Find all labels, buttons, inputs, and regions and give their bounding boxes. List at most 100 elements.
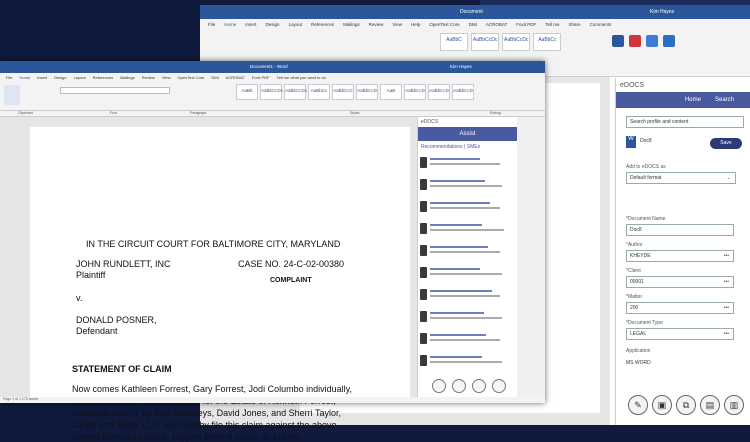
recommendation-item[interactable] [420, 155, 514, 171]
edocs-icon[interactable] [663, 35, 676, 47]
tab-design[interactable]: Design [54, 75, 66, 80]
tab-insert[interactable]: Insert [37, 75, 47, 80]
plaintiff-name: JOHN RUNDLETT, INC [76, 259, 171, 269]
document-name-field[interactable]: Doc8 [626, 224, 734, 236]
style-swatch[interactable]: AaBbCc [308, 84, 330, 100]
tab-design[interactable]: Design [266, 22, 280, 27]
recommendation-item[interactable] [420, 287, 514, 303]
tab-references[interactable]: References [311, 22, 334, 27]
share-button[interactable]: Share [569, 22, 581, 27]
recommendation-item[interactable] [420, 177, 514, 193]
tab-opentext[interactable]: OpenText Core [429, 22, 459, 27]
tab-help[interactable]: Help [411, 22, 420, 27]
court-heading: IN THE CIRCUIT COURT FOR BALTIMORE CITY,… [86, 239, 341, 249]
nav-search[interactable]: Search [715, 97, 734, 103]
font-select[interactable] [60, 87, 170, 94]
style-swatch[interactable]: AaBbCcDc [284, 84, 307, 100]
group-label: Clipboard [18, 111, 33, 115]
recommendation-item[interactable] [420, 309, 514, 325]
more-icon[interactable]: ••• [724, 279, 729, 285]
tab-file[interactable]: File [208, 22, 215, 27]
recommendation-item[interactable] [420, 331, 514, 347]
more-icon[interactable]: ••• [724, 305, 729, 311]
more-icon[interactable]: ••• [724, 331, 729, 337]
style-swatch[interactable]: AaBbCcC [332, 84, 354, 100]
style-swatch[interactable]: AaBbC [440, 33, 468, 51]
style-swatch[interactable]: AaB [380, 84, 402, 100]
matter-field[interactable]: 200 ••• [626, 302, 734, 314]
document-page[interactable]: IN THE CIRCUIT COURT FOR BALTIMORE CITY,… [30, 127, 410, 442]
style-swatch[interactable]: AaBbCcDc [260, 84, 283, 100]
tab-foxit[interactable]: Foxit PDF [252, 75, 270, 80]
style-swatch[interactable]: AaBbCcD [428, 84, 450, 100]
back-addin-icons [610, 33, 677, 50]
nav-home[interactable]: Home [685, 97, 701, 103]
recommendation-item[interactable] [420, 265, 514, 281]
save-button[interactable]: Save [710, 138, 742, 149]
recommendation-item[interactable] [420, 353, 514, 369]
folder-icon[interactable] [452, 379, 466, 393]
format-select[interactable]: Default format ⌄ [626, 172, 736, 184]
avatar [420, 179, 427, 190]
folder-icon[interactable]: ▣ [652, 395, 672, 415]
tab-mailings[interactable]: Mailings [120, 75, 135, 80]
avatar [420, 355, 427, 366]
tab-view[interactable]: View [162, 75, 171, 80]
tab-review[interactable]: Review [142, 75, 155, 80]
open-icon[interactable] [646, 35, 659, 47]
copy-icon[interactable]: ⧉ [676, 395, 696, 415]
comments-button[interactable]: Comments [590, 22, 612, 27]
style-swatch[interactable]: AaBbCcDc [502, 33, 531, 51]
tab-references[interactable]: References [93, 75, 113, 80]
lexis-icon[interactable] [629, 35, 642, 47]
tab-opentext[interactable]: OpenText Core [177, 75, 204, 80]
tab-dmi[interactable]: DMI [211, 75, 218, 80]
edit-icon[interactable] [432, 379, 446, 393]
edit-icon[interactable]: ✎ [628, 395, 648, 415]
search-input[interactable]: Search profile and content [626, 116, 744, 128]
style-swatch[interactable]: AaBbCcD [452, 84, 474, 100]
save-icon[interactable]: ▤ [700, 395, 720, 415]
style-swatch[interactable]: AaBbCc [533, 33, 562, 51]
copy-icon[interactable] [472, 379, 486, 393]
tab-layout[interactable]: Layout [289, 22, 303, 27]
tab-home[interactable]: Home [224, 22, 236, 27]
recommendation-item[interactable] [420, 221, 514, 237]
style-swatch[interactable]: AaBb [236, 84, 258, 100]
tab-layout[interactable]: Layout [74, 75, 86, 80]
tab-mailings[interactable]: Mailings [343, 22, 360, 27]
tell-me[interactable]: Tell me [545, 22, 559, 27]
tab-home[interactable]: Home [19, 75, 30, 80]
front-styles-gallery: AaBb AaBbCcDc AaBbCcDc AaBbCc AaBbCcC Aa… [236, 84, 476, 100]
tab-view[interactable]: View [392, 22, 402, 27]
recommendation-item[interactable] [420, 243, 514, 259]
paste-icon[interactable] [4, 85, 20, 105]
front-ribbon: AaBb AaBbCcDc AaBbCcDc AaBbCc AaBbCcC Aa… [0, 81, 545, 111]
archive-icon[interactable]: ▥ [724, 395, 744, 415]
versus: v. [76, 293, 83, 303]
tab-file[interactable]: File [6, 75, 12, 80]
tab-review[interactable]: Review [369, 22, 384, 27]
style-swatch[interactable]: AaBbCcDc [471, 33, 500, 51]
back-ribbon-tabs: File Home Insert Design Layout Reference… [200, 19, 750, 29]
tab-acrobat[interactable]: ACROBAT [486, 22, 507, 27]
font-format-buttons[interactable] [60, 97, 170, 104]
back-window-title: Document [460, 9, 483, 15]
more-icon[interactable]: ••• [724, 253, 729, 259]
assist-tabs[interactable]: Recommendations | SMEs [418, 141, 517, 153]
client-field[interactable]: 00001 ••• [626, 276, 734, 288]
tab-foxit[interactable]: Foxit PDF [516, 22, 536, 27]
tab-acrobat[interactable]: ACROBAT [226, 75, 245, 80]
vertical-scrollbar[interactable] [517, 117, 545, 397]
style-swatch[interactable]: AaBbCcD [404, 84, 426, 100]
recommendation-item[interactable] [420, 199, 514, 215]
tell-me[interactable]: Tell me what you want to do [277, 75, 326, 80]
document-type-field[interactable]: LEGAL ••• [626, 328, 734, 340]
author-field[interactable]: KHEYDE ••• [626, 250, 734, 262]
front-ribbon-tabs: File Home Insert Design Layout Reference… [0, 73, 545, 81]
save-icon[interactable] [492, 379, 506, 393]
dictate-icon[interactable] [612, 35, 624, 47]
tab-insert[interactable]: Insert [245, 22, 256, 27]
style-swatch[interactable]: AaBbCcD [356, 84, 378, 100]
tab-dmi[interactable]: DMI [469, 22, 477, 27]
